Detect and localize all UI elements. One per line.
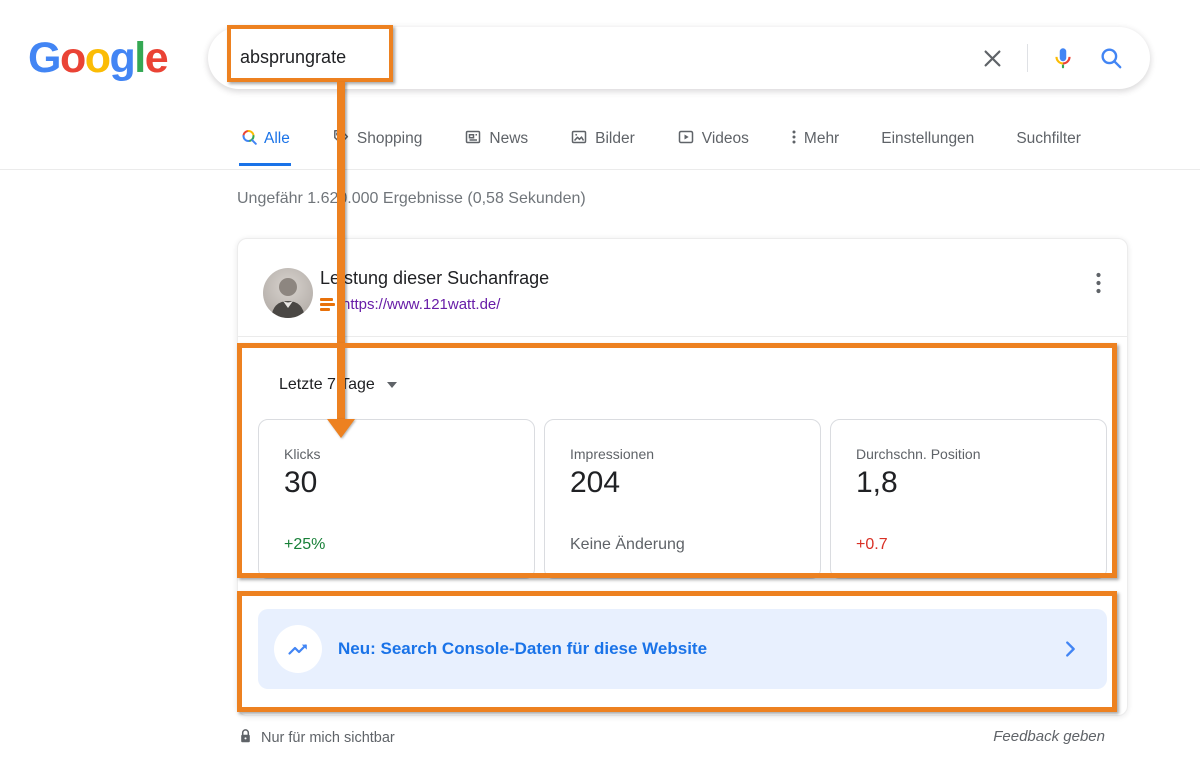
tab-label: Alle bbox=[264, 130, 290, 148]
search-performance-card: Leistung dieser Suchanfrage https://www.… bbox=[237, 238, 1128, 716]
google-search-page: Google absprungrate bbox=[0, 0, 1200, 765]
search-console-banner[interactable]: Neu: Search Console-Daten für diese Webs… bbox=[258, 609, 1107, 689]
result-stats: Ungefähr 1.620.000 Ergebnisse (0,58 Seku… bbox=[237, 190, 586, 208]
tab-shopping[interactable]: Shopping bbox=[332, 121, 423, 157]
logo-letter: G bbox=[28, 34, 60, 82]
logo-letter: o bbox=[60, 34, 85, 82]
tab-label: Suchfilter bbox=[1016, 130, 1081, 148]
tab-suchfilter[interactable]: Suchfilter bbox=[1016, 121, 1081, 157]
header-divider bbox=[0, 169, 1200, 170]
metric-label: Klicks bbox=[284, 446, 321, 462]
banner-text: Neu: Search Console-Daten für diese Webs… bbox=[338, 609, 707, 689]
tab-label: Einstellungen bbox=[881, 130, 974, 148]
tab-alle[interactable]: Alle bbox=[240, 121, 290, 157]
tab-label: Bilder bbox=[595, 130, 635, 148]
card-overflow-menu-icon[interactable] bbox=[1096, 272, 1101, 299]
tab-videos[interactable]: Videos bbox=[677, 121, 749, 157]
chevron-right-icon[interactable] bbox=[1059, 638, 1081, 665]
metrics-row: Klicks 30 +25% Impressionen 204 Keine Än… bbox=[258, 419, 1107, 579]
metric-label: Durchschn. Position bbox=[856, 446, 981, 462]
tab-label: Shopping bbox=[357, 130, 423, 148]
search-submit-icon[interactable] bbox=[1098, 45, 1124, 71]
tag-icon bbox=[332, 128, 350, 151]
site-url-link[interactable]: https://www.121watt.de/ bbox=[342, 296, 500, 313]
tab-label: Mehr bbox=[804, 130, 839, 148]
tab-einstellungen[interactable]: Einstellungen bbox=[881, 121, 974, 157]
metric-value: 1,8 bbox=[856, 466, 898, 500]
metric-value: 204 bbox=[570, 466, 620, 500]
tab-mehr[interactable]: Mehr bbox=[791, 121, 839, 157]
metric-delta: Keine Änderung bbox=[570, 536, 685, 554]
search-input[interactable]: absprungrate bbox=[240, 47, 346, 68]
date-range-dropdown[interactable]: Letzte 7 Tage bbox=[279, 376, 397, 394]
logo-letter: e bbox=[145, 34, 167, 82]
play-icon bbox=[677, 128, 695, 151]
image-icon bbox=[570, 128, 588, 151]
visibility-label: Nur für mich sichtbar bbox=[261, 730, 395, 746]
search-bar[interactable]: absprungrate bbox=[208, 27, 1150, 89]
avatar bbox=[263, 268, 313, 318]
tab-news[interactable]: News bbox=[464, 121, 528, 157]
trending-up-icon bbox=[274, 625, 322, 673]
site-favicon-icon bbox=[320, 298, 335, 311]
news-icon bbox=[464, 128, 482, 151]
tab-bilder[interactable]: Bilder bbox=[570, 121, 635, 157]
caret-down-icon bbox=[387, 382, 397, 388]
clear-icon[interactable] bbox=[980, 46, 1005, 71]
colored-search-icon bbox=[240, 128, 257, 150]
tab-label: News bbox=[489, 130, 528, 148]
metric-value: 30 bbox=[284, 466, 317, 500]
google-logo[interactable]: Google bbox=[28, 34, 167, 83]
tab-label: Videos bbox=[702, 130, 749, 148]
url-row[interactable]: https://www.121watt.de/ bbox=[320, 296, 500, 313]
voice-search-icon[interactable] bbox=[1050, 45, 1076, 71]
card-divider bbox=[238, 336, 1127, 337]
metric-label: Impressionen bbox=[570, 446, 654, 462]
visibility-note: Nur für mich sichtbar bbox=[238, 728, 395, 748]
card-title: Leistung dieser Suchanfrage bbox=[320, 268, 549, 289]
result-type-tabs: Alle Shopping News Bild bbox=[240, 121, 1081, 157]
lock-icon bbox=[238, 728, 253, 748]
feedback-link[interactable]: Feedback geben bbox=[993, 728, 1105, 745]
metric-card-position[interactable]: Durchschn. Position 1,8 +0.7 bbox=[830, 419, 1107, 579]
three-dots-vertical-icon bbox=[791, 128, 797, 151]
metric-delta: +25% bbox=[284, 536, 325, 554]
logo-letter: g bbox=[110, 34, 135, 82]
metric-card-klicks[interactable]: Klicks 30 +25% bbox=[258, 419, 535, 579]
metric-card-impressionen[interactable]: Impressionen 204 Keine Änderung bbox=[544, 419, 821, 579]
search-divider bbox=[1027, 44, 1028, 72]
metric-delta: +0.7 bbox=[856, 536, 888, 554]
logo-letter: o bbox=[85, 34, 110, 82]
date-range-label: Letzte 7 Tage bbox=[279, 376, 375, 394]
logo-letter: l bbox=[134, 34, 144, 82]
